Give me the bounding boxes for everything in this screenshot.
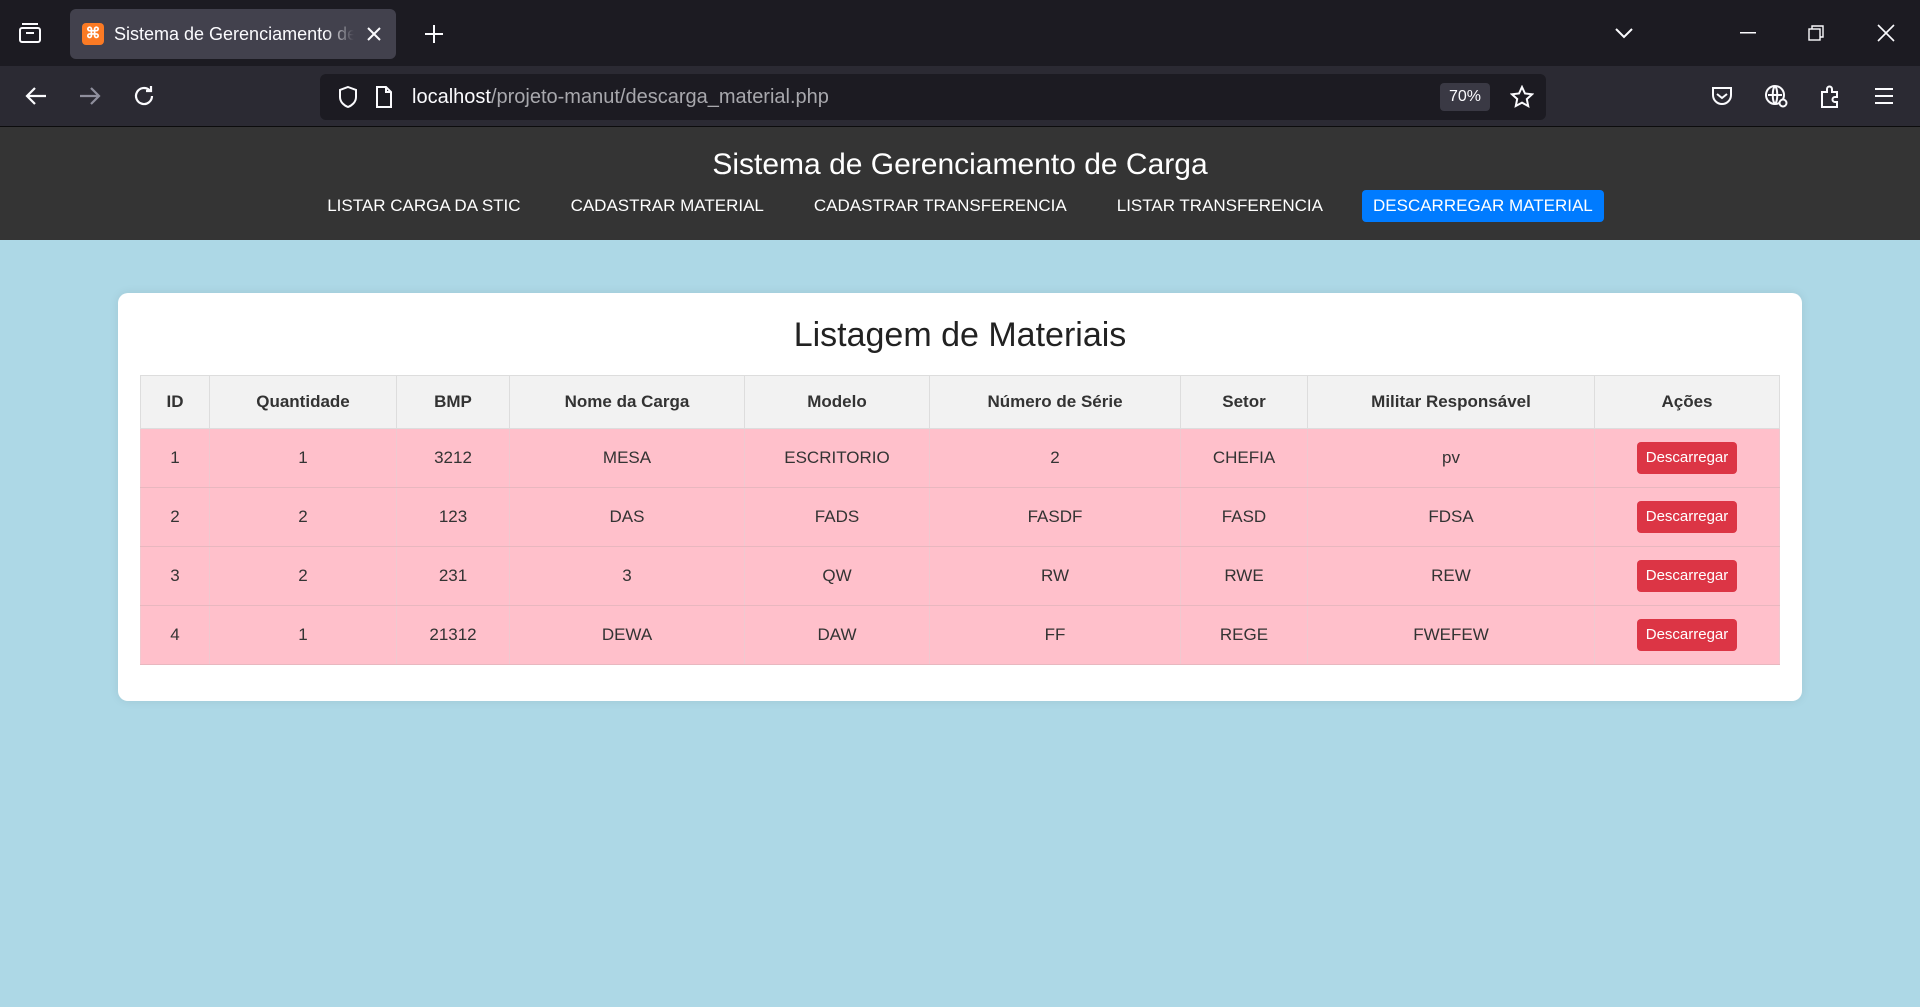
materials-table: ID Quantidade BMP Nome da Carga Modelo N… — [140, 375, 1780, 665]
browser-tab-bar: ⌘ Sistema de Gerenciamento de Carga — [0, 0, 1920, 66]
descarregar-button[interactable]: Descarregar — [1636, 619, 1738, 651]
cell-nome-carga: DAS — [509, 487, 745, 547]
page-title: Listagem de Materiais — [793, 316, 1127, 354]
tab-title: Sistema de Gerenciamento de Carga — [114, 24, 354, 44]
new-tab-plus-icon[interactable] — [418, 18, 450, 50]
cell-id: 1 — [140, 428, 210, 488]
cell-acoes: Descarregar — [1594, 605, 1780, 665]
cell-setor: FASD — [1180, 487, 1308, 547]
nav-listar-carga[interactable]: LISTAR CARGA DA STIC — [316, 190, 531, 222]
restore-window-icon[interactable] — [1794, 12, 1838, 54]
cell-acoes: Descarregar — [1594, 546, 1780, 606]
nav-listar-transferencia[interactable]: LISTAR TRANSFERENCIA — [1106, 190, 1334, 222]
app-menu-hamburger-icon[interactable] — [1864, 76, 1904, 116]
cell-numero-serie: RW — [929, 546, 1181, 606]
cell-id: 2 — [140, 487, 210, 547]
column-header: Ações — [1594, 375, 1780, 429]
cell-militar-responsavel: FDSA — [1307, 487, 1595, 547]
descarregar-button[interactable]: Descarregar — [1636, 560, 1738, 592]
nav-cadastrar-material[interactable]: CADASTRAR MATERIAL — [560, 190, 775, 222]
close-tab-icon[interactable] — [362, 22, 386, 46]
column-header: ID — [140, 375, 210, 429]
back-arrow-icon[interactable] — [16, 76, 56, 116]
cell-numero-serie: 2 — [929, 428, 1181, 488]
page-info-icon[interactable] — [364, 77, 404, 117]
cell-setor: CHEFIA — [1180, 428, 1308, 488]
cell-bmp: 123 — [396, 487, 510, 547]
cell-acoes: Descarregar — [1594, 428, 1780, 488]
cell-acoes: Descarregar — [1594, 487, 1780, 547]
table-row: 2 2 123 DAS FADS FASDF FASD FDSA Descarr… — [140, 487, 1780, 547]
site-title: Sistema de Gerenciamento de Carga — [712, 148, 1208, 181]
extensions-puzzle-icon[interactable] — [1810, 76, 1850, 116]
cell-id: 3 — [140, 546, 210, 606]
table-row: 1 1 3212 MESA ESCRITORIO 2 CHEFIA pv Des… — [140, 428, 1780, 488]
table-row: 3 2 231 3 QW RW RWE REW Descarregar — [140, 546, 1780, 606]
cell-nome-carga: 3 — [509, 546, 745, 606]
column-header: BMP — [396, 375, 510, 429]
forward-arrow-icon[interactable] — [70, 76, 110, 116]
browser-nav-bar: localhost/projeto-manut/descarga_materia… — [0, 66, 1920, 127]
cell-setor: RWE — [1180, 546, 1308, 606]
site-nav: LISTAR CARGA DA STIC CADASTRAR MATERIAL … — [0, 190, 1920, 224]
cell-nome-carga: MESA — [509, 428, 745, 488]
cell-militar-responsavel: FWEFEW — [1307, 605, 1595, 665]
browser-tab[interactable]: ⌘ Sistema de Gerenciamento de Carga — [70, 9, 396, 59]
cell-bmp: 21312 — [396, 605, 510, 665]
descarregar-button[interactable]: Descarregar — [1636, 501, 1738, 533]
cell-militar-responsavel: REW — [1307, 546, 1595, 606]
cell-modelo: FADS — [744, 487, 930, 547]
pocket-icon[interactable] — [1702, 76, 1742, 116]
column-header: Militar Responsável — [1307, 375, 1595, 429]
cell-bmp: 231 — [396, 546, 510, 606]
materials-card: Listagem de Materiais ID Quantidade BMP … — [118, 293, 1802, 701]
table-header-row: ID Quantidade BMP Nome da Carga Modelo N… — [140, 375, 1780, 429]
cell-modelo: DAW — [744, 605, 930, 665]
url-text[interactable]: localhost/projeto-manut/descarga_materia… — [412, 86, 829, 108]
xampp-favicon-icon: ⌘ — [82, 23, 104, 45]
site-header: Sistema de Gerenciamento de Carga LISTAR… — [0, 127, 1920, 240]
cell-quantidade: 2 — [209, 487, 397, 547]
column-header: Número de Série — [929, 375, 1181, 429]
cell-setor: REGE — [1180, 605, 1308, 665]
close-window-icon[interactable] — [1864, 12, 1908, 54]
cell-id: 4 — [140, 605, 210, 665]
descarregar-button[interactable]: Descarregar — [1636, 442, 1738, 474]
cell-nome-carga: DEWA — [509, 605, 745, 665]
column-header: Quantidade — [209, 375, 397, 429]
cell-numero-serie: FF — [929, 605, 1181, 665]
reload-icon[interactable] — [124, 76, 164, 116]
url-path: /projeto-manut/descarga_material.php — [490, 86, 829, 108]
zoom-level-badge[interactable]: 70% — [1440, 83, 1490, 111]
account-sync-icon[interactable] — [1756, 76, 1796, 116]
minimize-window-icon[interactable] — [1726, 12, 1770, 54]
url-bar[interactable]: localhost/projeto-manut/descarga_materia… — [320, 74, 1546, 120]
tab-list-icon[interactable] — [12, 15, 48, 51]
cell-quantidade: 1 — [209, 428, 397, 488]
url-host: localhost — [412, 86, 491, 108]
cell-militar-responsavel: pv — [1307, 428, 1595, 488]
shield-icon[interactable] — [328, 77, 368, 117]
nav-descarregar-material[interactable]: DESCARREGAR MATERIAL — [1361, 190, 1604, 222]
cell-quantidade: 2 — [209, 546, 397, 606]
cell-bmp: 3212 — [396, 428, 510, 488]
cell-modelo: QW — [744, 546, 930, 606]
column-header: Modelo — [744, 375, 930, 429]
column-header: Setor — [1180, 375, 1308, 429]
bookmark-star-icon[interactable] — [1502, 77, 1542, 117]
cell-modelo: ESCRITORIO — [744, 428, 930, 488]
cell-quantidade: 1 — [209, 605, 397, 665]
list-all-tabs-chevron-icon[interactable] — [1602, 12, 1646, 54]
nav-cadastrar-transferencia[interactable]: CADASTRAR TRANSFERENCIA — [803, 190, 1078, 222]
column-header: Nome da Carga — [509, 375, 745, 429]
table-row: 4 1 21312 DEWA DAW FF REGE FWEFEW Descar… — [140, 605, 1780, 665]
cell-numero-serie: FASDF — [929, 487, 1181, 547]
